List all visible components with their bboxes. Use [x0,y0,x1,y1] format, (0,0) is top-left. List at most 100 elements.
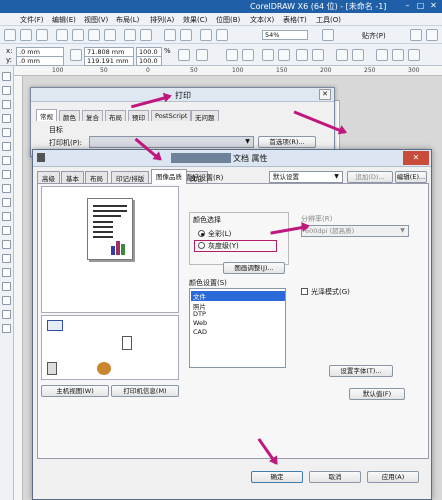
preference-select[interactable]: 默认设置 ▼ [269,171,343,183]
menu-arrange[interactable]: 排列(A) [150,15,174,25]
close-icon[interactable]: ✕ [403,151,429,165]
table-tool-icon[interactable] [2,226,11,235]
welcome-icon[interactable] [216,29,228,41]
open-icon[interactable] [20,29,32,41]
paste-icon[interactable] [104,29,116,41]
minimize-icon[interactable]: – [402,1,413,11]
printer-select[interactable]: ▼ [89,136,254,148]
full-screen-icon[interactable] [322,29,334,41]
pick-tool-icon[interactable] [2,72,11,81]
ungroup-icon[interactable] [278,49,290,61]
menu-edit[interactable]: 编辑(E) [52,15,76,25]
main-view-button[interactable]: 主机视图(W) [41,385,109,397]
zoom-select[interactable]: 54% [262,30,308,40]
preferences-button[interactable]: 首选项(R)... [258,136,316,148]
tab-layout[interactable]: 布局 [85,171,108,183]
radio-color[interactable] [198,230,205,237]
menu-file[interactable]: 文件(F) [20,15,44,25]
crop-tool-icon[interactable] [2,100,11,109]
polygon-tool-icon[interactable] [2,184,11,193]
mirror-v-icon[interactable] [242,49,254,61]
tab-prepress[interactable]: 预印 [128,110,149,122]
color-settings-list[interactable]: 文件 照片 DTP Web CAD [189,288,286,368]
cut-icon[interactable] [72,29,84,41]
list-item[interactable]: CAD [193,328,207,336]
blend-tool-icon[interactable] [2,268,11,277]
image-adjust-button[interactable]: 图画调整(J)... [223,262,285,274]
rotate-icon[interactable] [196,49,208,61]
rectangle-tool-icon[interactable] [2,156,11,165]
y-position-input[interactable]: .0 mm [16,56,64,66]
outline-tool-icon[interactable] [2,296,11,305]
weld-icon[interactable] [376,49,388,61]
menu-table[interactable]: 表格(T) [283,15,307,25]
tab-stamp[interactable]: 印记/排版 [111,171,150,183]
connector-tool-icon[interactable] [2,254,11,263]
settings-icon[interactable] [426,29,438,41]
wrap-text-icon[interactable] [312,49,324,61]
import-icon[interactable] [164,29,176,41]
mirror-h-icon[interactable] [226,49,238,61]
basic-shapes-icon[interactable] [2,198,11,207]
fill-tool-icon[interactable] [2,310,11,319]
menu-effects[interactable]: 效果(C) [183,15,207,25]
height-input[interactable]: 119.191 mm [84,56,134,66]
tab-composite[interactable]: 复合 [82,110,103,122]
save-icon[interactable] [36,29,48,41]
zoom-tool-icon[interactable] [2,114,11,123]
export-icon[interactable] [180,29,192,41]
tab-no-issues[interactable]: 无问题 [191,110,219,122]
intersect-icon[interactable] [408,49,420,61]
radio-grayscale[interactable] [198,242,205,249]
printer-info-button[interactable]: 打印机信息(M) [111,385,179,397]
close-icon[interactable]: ✕ [319,89,331,100]
freehand-tool-icon[interactable] [2,128,11,137]
default-button[interactable]: 默认值(F) [349,388,405,400]
menu-text[interactable]: 文本(X) [250,15,274,25]
tab-general[interactable]: 常规 [36,109,57,121]
cancel-button[interactable]: 取消 [309,471,361,483]
scale-height-input[interactable]: 100.0 [136,56,162,66]
list-item[interactable]: 文件 [191,291,285,301]
text-tool-icon[interactable] [2,212,11,221]
copy-icon[interactable] [88,29,100,41]
maximize-icon[interactable]: □ [415,1,426,11]
add-button[interactable]: 追加(D)... [347,171,393,183]
ok-button[interactable]: 确定 [251,471,303,483]
align-icon[interactable] [296,49,308,61]
menu-bitmaps[interactable]: 位图(B) [216,15,240,25]
smart-fill-icon[interactable] [2,142,11,151]
menu-view[interactable]: 视图(V) [84,15,108,25]
interactive-fill-icon[interactable] [2,324,11,333]
to-front-icon[interactable] [336,49,348,61]
tab-basic[interactable]: 基本 [61,171,84,183]
trim-icon[interactable] [392,49,404,61]
apply-button[interactable]: 应用(A) [367,471,419,483]
close-icon[interactable]: ✕ [428,1,439,11]
edit-button[interactable]: 编辑(E)... [395,171,427,183]
menu-layout[interactable]: 布局(L) [116,15,139,25]
print-icon[interactable] [56,29,68,41]
to-back-icon[interactable] [352,49,364,61]
new-icon[interactable] [4,29,16,41]
tab-layout[interactable]: 布局 [105,110,126,122]
undo-icon[interactable] [124,29,136,41]
snap-to-menu[interactable]: 贴齐(P) [362,31,386,41]
set-font-button[interactable]: 设置字体(T)... [329,365,393,377]
resolution-select[interactable]: 600dpi (超高质) ▼ [301,225,409,237]
ellipse-tool-icon[interactable] [2,170,11,179]
redo-icon[interactable] [140,29,152,41]
dimension-tool-icon[interactable] [2,240,11,249]
options-icon[interactable] [410,29,422,41]
gloss-checkbox[interactable] [301,288,308,295]
shape-tool-icon[interactable] [2,86,11,95]
tab-advanced[interactable]: 高级 [37,171,60,183]
menu-tools[interactable]: 工具(O) [316,15,341,25]
tab-image-quality[interactable]: 图像品质 [151,169,187,184]
eyedropper-tool-icon[interactable] [2,282,11,291]
tab-postscript[interactable]: PostScript [151,110,192,121]
list-item[interactable]: DTP [193,310,206,318]
group-icon[interactable] [262,49,274,61]
tab-color[interactable]: 颜色 [59,110,80,122]
lock-ratio-icon[interactable] [178,49,190,61]
